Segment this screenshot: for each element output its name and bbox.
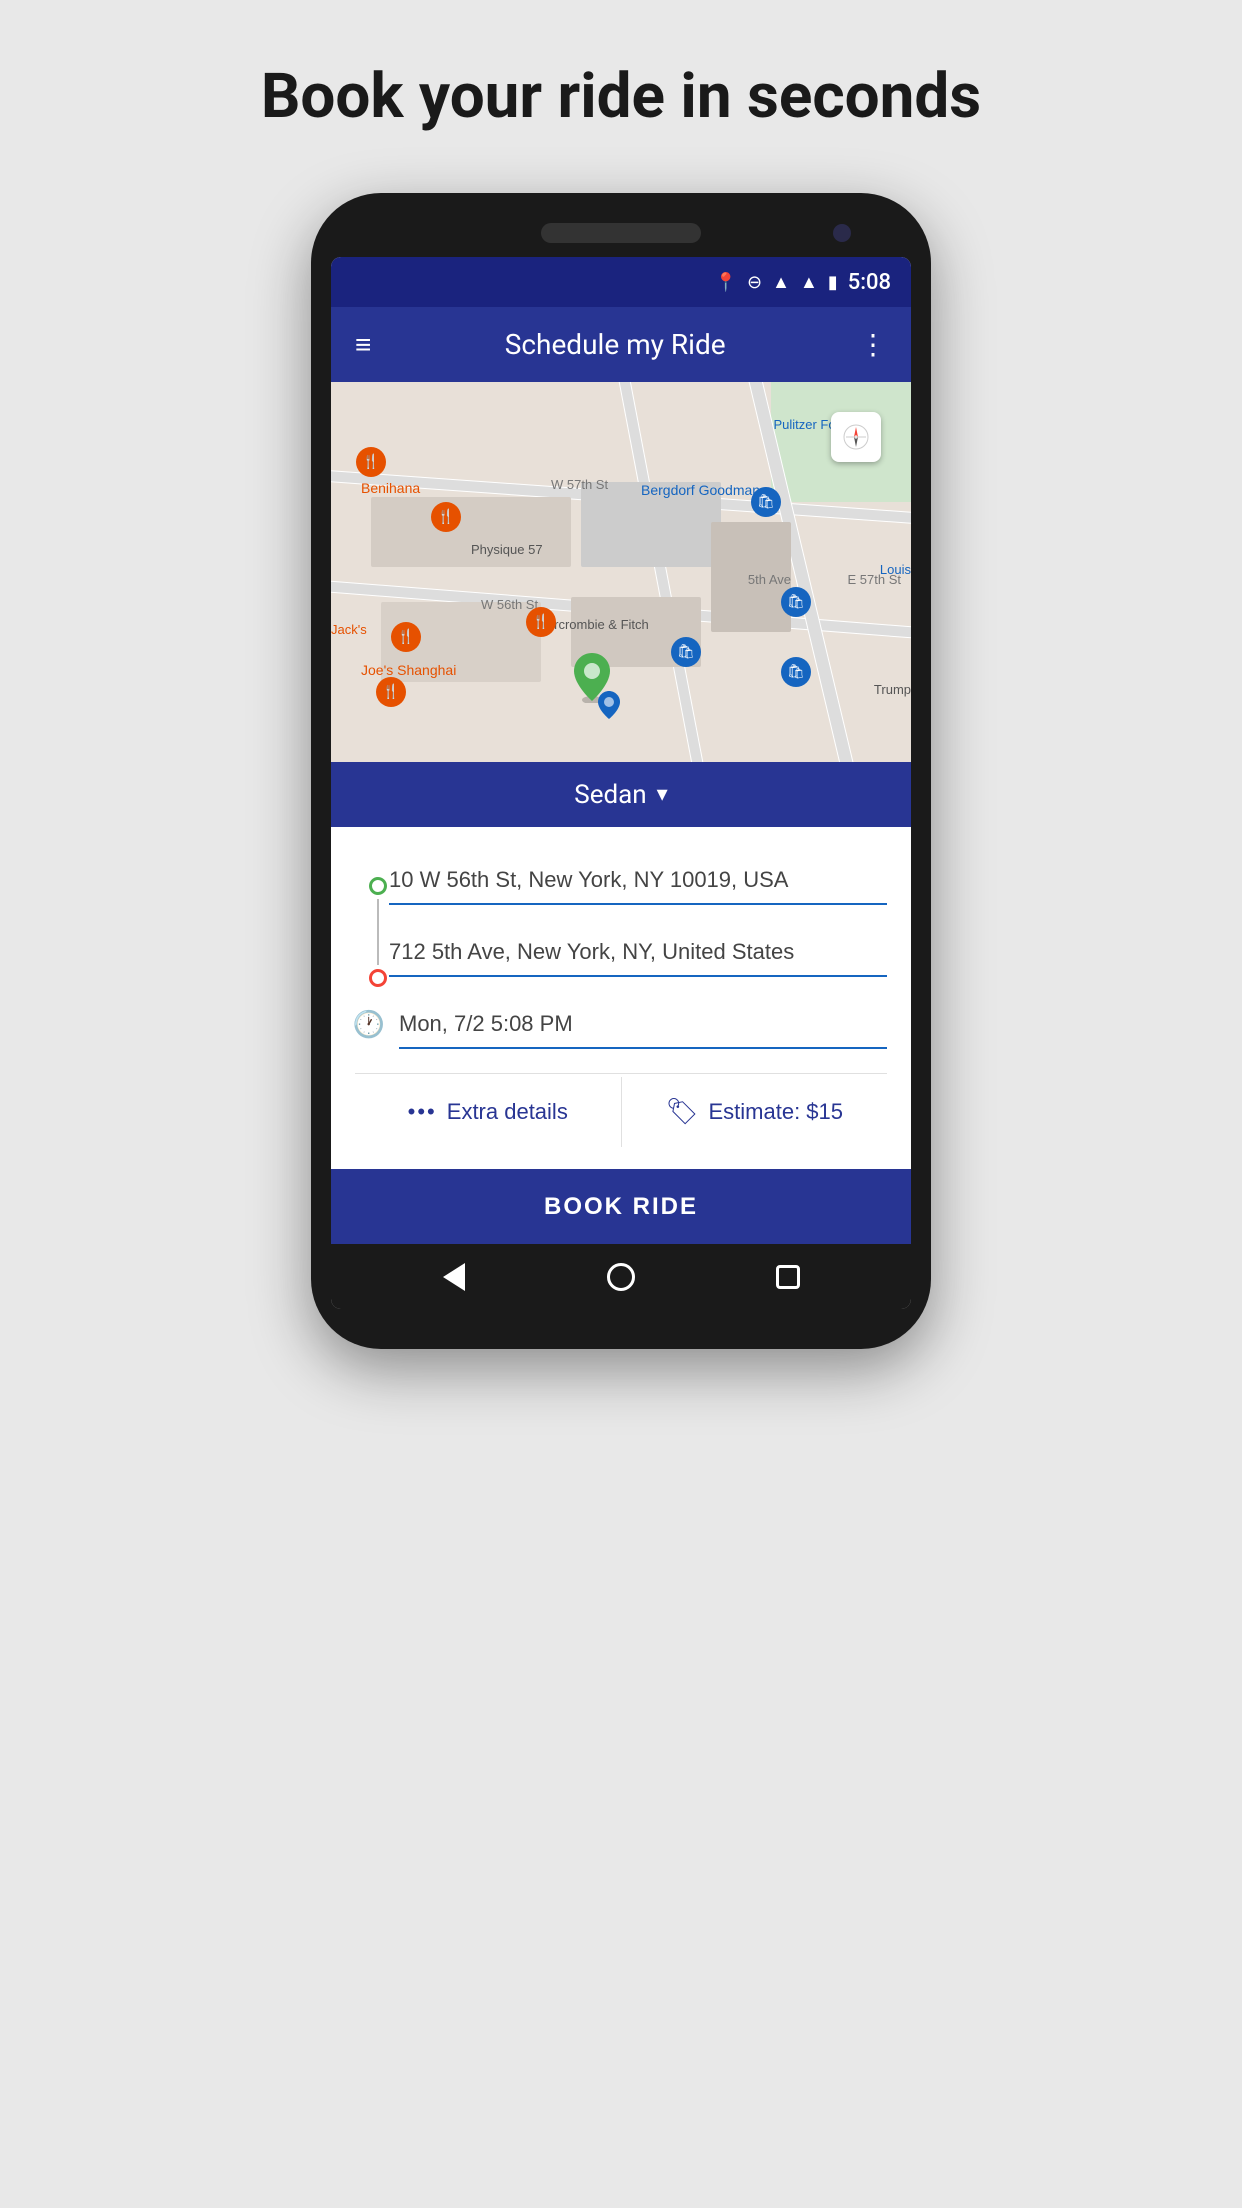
shop-pin-3: 🛍 bbox=[781, 657, 811, 687]
estimate-label: Estimate: $15 bbox=[709, 1099, 844, 1125]
shop-pin-1: 🛍 bbox=[751, 487, 781, 517]
map-label-joes: Joe's Shanghai bbox=[361, 662, 456, 678]
action-row: ••• Extra details 🏷 Estimate: $15 bbox=[355, 1073, 887, 1149]
food-pin-1: 🍴 bbox=[356, 447, 386, 477]
home-button[interactable] bbox=[603, 1259, 639, 1295]
shop-pin-2: 🛍 bbox=[781, 587, 811, 617]
estimate-button[interactable]: 🏷 Estimate: $15 bbox=[622, 1074, 888, 1149]
clock-icon: 🕐 bbox=[355, 1011, 383, 1039]
map-label-louis: Louis bbox=[880, 562, 911, 577]
menu-icon[interactable]: ≡ bbox=[355, 328, 371, 361]
camera bbox=[833, 224, 851, 242]
form-area: 🕐 ••• Extra details 🏷 Estimate: $15 bbox=[331, 827, 911, 1169]
food-pin-4: 🍴 bbox=[376, 677, 406, 707]
route-line bbox=[369, 877, 387, 987]
food-pin-3: 🍴 bbox=[391, 622, 421, 652]
dots-icon: ••• bbox=[408, 1099, 437, 1125]
datetime-row: 🕐 bbox=[355, 1001, 887, 1049]
route-vertical-line bbox=[377, 899, 379, 965]
tag-icon: 🏷 bbox=[665, 1096, 698, 1127]
map-label-bergdorf: Bergdorf Goodman bbox=[641, 482, 760, 498]
vehicle-selector[interactable]: Sedan ▾ bbox=[331, 762, 911, 827]
map-label-5thave: 5th Ave bbox=[748, 572, 791, 587]
map-label-jacks: Jack's bbox=[331, 622, 367, 637]
chevron-down-icon: ▾ bbox=[657, 782, 668, 807]
pickup-dot bbox=[369, 877, 387, 895]
phone-screen: 📍 ⊖ ▲ ▲ ▮ 5:08 ≡ Schedule my Ride ⋮ bbox=[331, 257, 911, 1309]
map-label-physique: Physique 57 bbox=[471, 542, 543, 557]
vehicle-label: Sedan bbox=[574, 780, 646, 810]
recents-button[interactable] bbox=[770, 1259, 806, 1295]
map-area: Benihana W 57th St Physique 57 Bergdorf … bbox=[331, 382, 911, 762]
status-time: 5:08 bbox=[848, 270, 891, 295]
datetime-input[interactable] bbox=[399, 1001, 887, 1049]
current-location-pin bbox=[597, 690, 621, 724]
status-bar: 📍 ⊖ ▲ ▲ ▮ 5:08 bbox=[331, 257, 911, 307]
extra-details-button[interactable]: ••• Extra details bbox=[355, 1077, 622, 1147]
shop-pin-4: 🛍 bbox=[671, 637, 701, 667]
location-icon: 📍 bbox=[715, 272, 737, 293]
map-label-w56: W 56th St bbox=[481, 597, 538, 612]
more-options-icon[interactable]: ⋮ bbox=[859, 328, 887, 361]
page-headline: Book your ride in seconds bbox=[261, 60, 981, 133]
recents-icon bbox=[776, 1265, 800, 1289]
phone-shell: 📍 ⊖ ▲ ▲ ▮ 5:08 ≡ Schedule my Ride ⋮ bbox=[311, 193, 931, 1349]
food-pin-5: 🍴 bbox=[526, 607, 556, 637]
bottom-nav bbox=[331, 1244, 911, 1309]
food-pin-2: 🍴 bbox=[431, 502, 461, 532]
app-bar: ≡ Schedule my Ride ⋮ bbox=[331, 307, 911, 382]
pickup-input[interactable] bbox=[389, 857, 887, 905]
wifi-icon: ▲ bbox=[772, 272, 790, 293]
battery-icon: ▮ bbox=[828, 272, 838, 293]
map-label-benihana: Benihana bbox=[361, 480, 420, 496]
speaker bbox=[541, 223, 701, 243]
map-compass[interactable] bbox=[831, 412, 881, 462]
map-label-w57: W 57th St bbox=[551, 477, 608, 492]
home-icon bbox=[607, 1263, 635, 1291]
route-inputs: 🕐 bbox=[355, 857, 887, 1049]
dropoff-row bbox=[355, 929, 887, 977]
dnd-icon: ⊖ bbox=[747, 272, 762, 293]
dropoff-dot bbox=[369, 969, 387, 987]
extra-details-label: Extra details bbox=[447, 1099, 568, 1125]
pickup-row bbox=[355, 857, 887, 905]
signal-icon: ▲ bbox=[800, 272, 818, 293]
back-icon bbox=[443, 1263, 465, 1291]
book-ride-button[interactable]: BOOK RIDE bbox=[331, 1169, 911, 1244]
status-icons: 📍 ⊖ ▲ ▲ ▮ 5:08 bbox=[715, 270, 891, 295]
app-bar-title: Schedule my Ride bbox=[505, 328, 726, 361]
map-label-trump: Trump bbox=[874, 682, 911, 697]
dropoff-input[interactable] bbox=[389, 929, 887, 977]
phone-top bbox=[331, 223, 911, 243]
back-button[interactable] bbox=[436, 1259, 472, 1295]
